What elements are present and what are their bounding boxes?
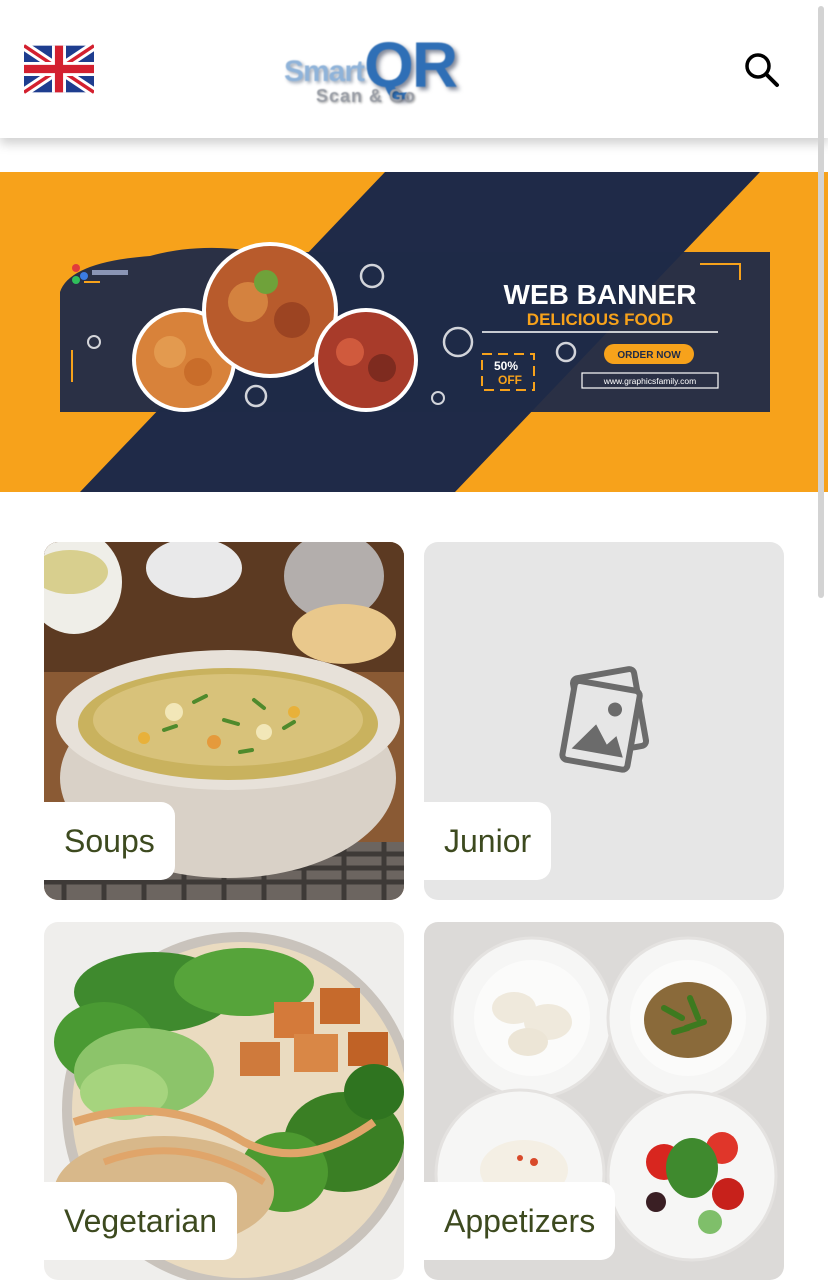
smartqr-logo: SmartQR Scan & Go bbox=[284, 28, 494, 114]
category-card-vegetarian[interactable]: Vegetarian bbox=[44, 922, 404, 1280]
page-scrollbar[interactable] bbox=[818, 6, 824, 598]
banner-url: www.graphicsfamily.com bbox=[603, 376, 696, 386]
category-label: Junior bbox=[424, 802, 552, 880]
banner-title: WEB BANNER bbox=[504, 279, 697, 310]
banner-cta: ORDER NOW bbox=[617, 350, 681, 361]
search-icon[interactable] bbox=[744, 52, 780, 88]
category-card-junior[interactable]: Junior bbox=[424, 542, 784, 900]
category-label: Vegetarian bbox=[44, 1182, 238, 1260]
category-label: Soups bbox=[44, 802, 175, 880]
banner-discount-value: 50% bbox=[494, 359, 518, 373]
logo-smart-text: Smart bbox=[284, 55, 365, 88]
app-header: SmartQR Scan & Go bbox=[0, 0, 828, 138]
placeholder-image-icon bbox=[558, 666, 652, 776]
logo-tagline: Scan & Go bbox=[316, 86, 417, 106]
banner-subtitle: DELICIOUS FOOD bbox=[527, 310, 673, 329]
promo-banner[interactable]: WEB BANNER DELICIOUS FOOD 50% OFF ORDER … bbox=[0, 172, 828, 492]
category-card-appetizers[interactable]: Appetizers bbox=[424, 922, 784, 1280]
category-card-soups[interactable]: Soups bbox=[44, 542, 404, 900]
language-flag-icon[interactable] bbox=[21, 41, 97, 97]
category-label: Appetizers bbox=[424, 1182, 616, 1260]
banner-discount-word: OFF bbox=[498, 373, 522, 387]
